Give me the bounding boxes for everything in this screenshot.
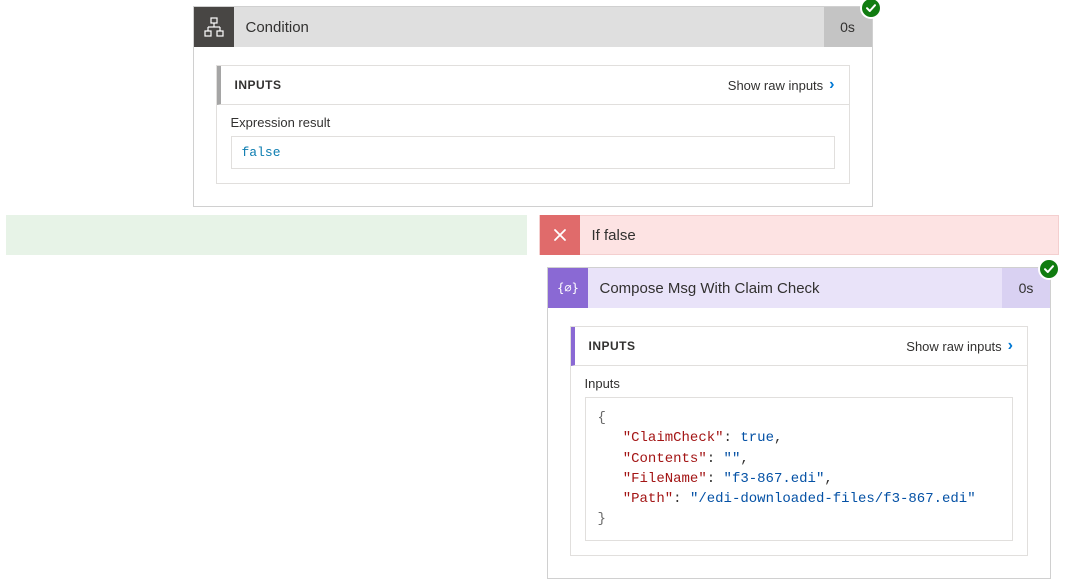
compose-header[interactable]: {∅} Compose Msg With Claim Check 0s — [548, 268, 1051, 308]
compose-inputs-panel: INPUTS Show raw inputs › Inputs { "Claim… — [570, 326, 1029, 556]
branch-true-header[interactable] — [6, 215, 527, 255]
condition-body: INPUTS Show raw inputs › Expression resu… — [194, 47, 872, 206]
inputs-panel-header: INPUTS Show raw inputs › — [217, 66, 849, 105]
compose-inputs-body: Inputs { "ClaimCheck": true, "Contents":… — [571, 366, 1028, 555]
condition-header[interactable]: Condition 0s — [194, 7, 872, 47]
inputs-panel: INPUTS Show raw inputs › Expression resu… — [216, 65, 850, 184]
compose-inputs-header: INPUTS Show raw inputs › — [571, 327, 1028, 366]
compose-card[interactable]: {∅} Compose Msg With Claim Check 0s INPU… — [547, 267, 1052, 579]
inputs-json-value: { "ClaimCheck": true, "Contents": "", "F… — [585, 397, 1014, 541]
compose-title: Compose Msg With Claim Check — [588, 280, 1003, 297]
condition-title: Condition — [234, 19, 824, 36]
compose-icon: {∅} — [548, 268, 588, 308]
chevron-right-icon: › — [829, 76, 834, 94]
expression-result-value: false — [231, 136, 835, 169]
svg-text:{∅}: {∅} — [558, 281, 578, 295]
branch-row: If false {∅} Compose Msg With Claim Chec… — [0, 215, 1065, 579]
compose-body: INPUTS Show raw inputs › Inputs { "Claim… — [548, 308, 1051, 578]
inputs-label: INPUTS — [589, 339, 636, 353]
close-icon — [540, 215, 580, 255]
expression-result-label: Expression result — [231, 115, 835, 130]
show-raw-inputs-button[interactable]: Show raw inputs › — [728, 76, 835, 94]
show-raw-label: Show raw inputs — [906, 339, 1001, 354]
branch-false-title: If false — [580, 227, 636, 244]
inputs-heading: Inputs — [585, 376, 1014, 391]
success-icon — [1038, 258, 1060, 280]
show-raw-inputs-button[interactable]: Show raw inputs › — [906, 337, 1013, 355]
inputs-label: INPUTS — [235, 78, 282, 92]
success-icon — [860, 0, 882, 19]
branch-false-header[interactable]: If false — [539, 215, 1060, 255]
chevron-right-icon: › — [1008, 337, 1013, 355]
show-raw-label: Show raw inputs — [728, 78, 823, 93]
branch-true — [6, 215, 527, 579]
branch-false-content: {∅} Compose Msg With Claim Check 0s INPU… — [539, 255, 1060, 579]
condition-card[interactable]: Condition 0s INPUTS Show raw inputs › Ex… — [193, 6, 873, 207]
branch-false: If false {∅} Compose Msg With Claim Chec… — [539, 215, 1060, 579]
condition-icon — [194, 7, 234, 47]
inputs-panel-body: Expression result false — [217, 105, 849, 183]
